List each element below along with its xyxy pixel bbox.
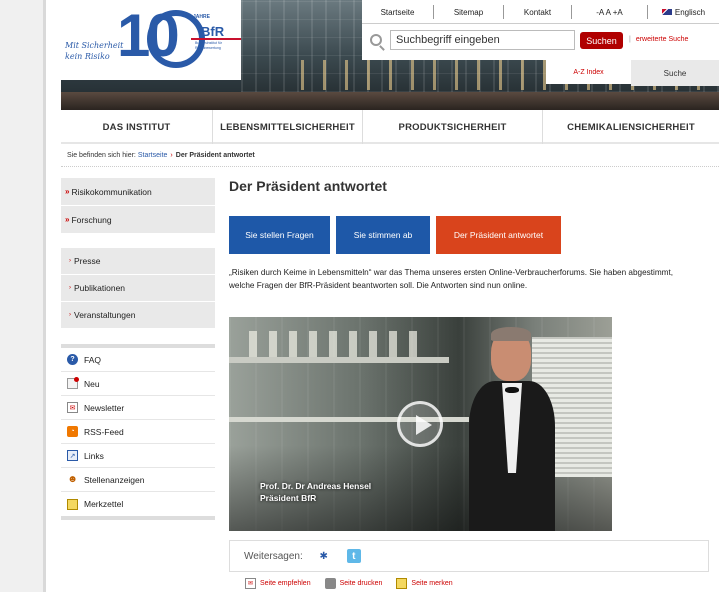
sidebar-item-label: Links xyxy=(84,450,104,461)
sidebar-item-label: Stellenanzeigen xyxy=(84,474,145,485)
video-caption: Prof. Dr. Dr Andreas Hensel Präsident Bf… xyxy=(260,480,371,504)
nav-produktsicherheit[interactable]: PRODUKTSICHERHEIT xyxy=(363,110,543,144)
recommend-page-link[interactable]: ✉ Seite empfehlen xyxy=(245,578,311,589)
print-page-label: Seite drucken xyxy=(339,580,383,587)
sidebar-item-label: Veranstaltungen xyxy=(74,310,136,320)
printer-icon xyxy=(324,578,336,589)
link-sitemap[interactable]: Sitemap xyxy=(434,5,504,19)
button-sie-stimmen-ab[interactable]: Sie stimmen ab xyxy=(336,216,430,254)
breadcrumb-home[interactable]: Startseite xyxy=(138,152,168,159)
logo[interactable]: Mit Sicherheit kein Risiko JAHRE BfR Bun… xyxy=(61,0,241,80)
tab-suche[interactable]: Suche xyxy=(631,60,719,86)
font-size-control[interactable]: -A A +A xyxy=(572,5,648,19)
intro-text: „Risiken durch Keime in Lebensmitteln“ w… xyxy=(229,268,674,290)
share-box: Weitersagen: ✱ t xyxy=(229,540,709,572)
breadcrumb: Sie befinden sich hier: Startseite › Der P… xyxy=(67,152,255,159)
play-icon[interactable] xyxy=(397,401,443,447)
language-switch[interactable]: Englisch xyxy=(648,5,719,19)
logo-brand: BfR xyxy=(201,24,225,39)
chevron-right-icon: › xyxy=(69,258,71,264)
sidebar-item-stellenanzeigen[interactable]: ☻ Stellenanzeigen xyxy=(61,468,215,492)
search-input[interactable] xyxy=(390,30,575,50)
sidebar-item-label: Publikationen xyxy=(74,283,126,293)
twitter-icon[interactable]: t xyxy=(346,549,361,563)
sidebar-item-label: Forschung xyxy=(71,214,112,225)
top-links-bar: Startseite Sitemap Kontakt -A A +A Engli… xyxy=(362,0,719,24)
sidebar-primary: » Risikokommunikation » Forschung xyxy=(61,178,215,234)
link-startseite[interactable]: Startseite xyxy=(362,5,434,19)
search-icon xyxy=(370,34,382,46)
uk-flag-icon xyxy=(661,9,672,15)
notepad-icon xyxy=(67,498,78,510)
tab-az-index[interactable]: A-Z Index xyxy=(546,60,631,84)
logo-number: 10 xyxy=(117,2,180,69)
double-chevron-icon: » xyxy=(65,215,70,224)
video-player[interactable]: Prof. Dr. Dr Andreas Hensel Präsident Bf… xyxy=(229,317,612,531)
sidebar-item-label: RSS-Feed xyxy=(84,426,124,437)
video-caption-name: Prof. Dr. Dr Andreas Hensel xyxy=(260,481,372,491)
sidebar-item-veranstaltungen[interactable]: › Veranstaltungen xyxy=(61,302,215,329)
nav-chemikaliensicherheit[interactable]: CHEMIKALIENSICHERHEIT xyxy=(543,110,719,144)
forum-step-buttons: Sie stellen Fragen Sie stimmen ab Der Pr… xyxy=(229,216,561,254)
breadcrumb-prefix: Sie befinden sich hier: xyxy=(67,152,136,159)
sidebar-item-forschung[interactable]: » Forschung xyxy=(61,206,215,234)
sidebar-item-label: Neu xyxy=(84,378,100,389)
link-kontakt[interactable]: Kontakt xyxy=(504,5,572,19)
sidebar-item-risikokommunikation[interactable]: » Risikokommunikation xyxy=(61,178,215,206)
sidebar-item-presse[interactable]: › Presse xyxy=(61,248,215,275)
sidebar-item-label: Presse xyxy=(74,256,101,266)
sidebar-item-faq[interactable]: ? FAQ xyxy=(61,348,215,372)
social-bookmark-icon[interactable]: ✱ xyxy=(317,549,331,563)
mail-icon: ✉ xyxy=(245,578,256,589)
chevron-right-icon: › xyxy=(69,312,71,318)
newsletter-icon: ✉ xyxy=(67,402,78,413)
button-sie-stellen-fragen[interactable]: Sie stellen Fragen xyxy=(229,216,330,254)
bookmark-page-link[interactable]: Seite merken xyxy=(396,578,453,589)
sidebar: » Risikokommunikation » Forschung › Pres… xyxy=(61,178,215,520)
sidebar-item-label: Newsletter xyxy=(84,402,125,413)
nav-das-institut[interactable]: DAS INSTITUT xyxy=(61,110,213,144)
sidebar-item-merkzettel[interactable]: Merkzettel xyxy=(61,492,215,516)
sidebar-secondary: › Presse › Publikationen › Veranstaltung… xyxy=(61,248,215,329)
nav-lebensmittelsicherheit[interactable]: LEBENSMITTELSICHERHEIT xyxy=(213,110,363,144)
jobs-icon: ☻ xyxy=(67,474,78,485)
page-left-rail xyxy=(0,0,46,592)
faq-icon: ? xyxy=(67,354,78,365)
double-chevron-icon: » xyxy=(65,187,70,196)
speaker-figure xyxy=(469,327,555,531)
chevron-right-icon: › xyxy=(69,285,71,291)
main-content: Der Präsident antwortet Sie stellen Frag… xyxy=(229,178,709,589)
button-der-praesident-antwortet[interactable]: Der Präsident antwortet xyxy=(436,216,561,254)
breadcrumb-separator: › xyxy=(170,152,173,159)
sidebar-item-label: FAQ xyxy=(84,354,102,365)
share-label: Weitersagen: xyxy=(244,550,303,562)
rss-icon: ◔ xyxy=(67,426,78,437)
page-actions: ✉ Seite empfehlen Seite drucken Seite me… xyxy=(245,578,453,589)
sidebar-item-newsletter[interactable]: ✉ Newsletter xyxy=(61,396,215,420)
links-icon: ↗ xyxy=(67,450,78,461)
logo-years: JAHRE xyxy=(193,14,210,20)
sidebar-item-publikationen[interactable]: › Publikationen xyxy=(61,275,215,302)
search-area: Suchen erweiterte Suche xyxy=(362,24,719,60)
search-button[interactable]: Suchen xyxy=(580,32,623,49)
recommend-page-label: Seite empfehlen xyxy=(260,580,311,587)
breadcrumb-current: Der Präsident antwortet xyxy=(175,152,255,159)
sidebar-item-rss-feed[interactable]: ◔ RSS-Feed xyxy=(61,420,215,444)
sidebar-item-links[interactable]: ↗ Links xyxy=(61,444,215,468)
print-page-link[interactable]: Seite drucken xyxy=(324,578,383,589)
bookmark-page-label: Seite merken xyxy=(411,580,453,587)
sidebar-item-label: Merkzettel xyxy=(84,499,124,509)
sidebar-services: ? FAQ Neu ✉ Newsletter ◔ RSS-Feed ↗ Link… xyxy=(61,344,215,520)
main-navigation: DAS INSTITUT LEBENSMITTELSICHERHEIT PROD… xyxy=(61,110,719,144)
advanced-search-link[interactable]: erweiterte Suche xyxy=(636,36,689,43)
new-icon xyxy=(67,377,79,389)
video-caption-role: Präsident BfR xyxy=(260,493,317,503)
sidebar-item-neu[interactable]: Neu xyxy=(61,372,215,396)
logo-subtitle: Bundesinstitut für Risikobewertung xyxy=(195,41,223,50)
page-title: Der Präsident antwortet xyxy=(229,178,387,194)
bookmark-add-icon xyxy=(396,578,408,589)
sidebar-item-label: Risikokommunikation xyxy=(71,186,152,197)
language-label: Englisch xyxy=(674,7,706,17)
